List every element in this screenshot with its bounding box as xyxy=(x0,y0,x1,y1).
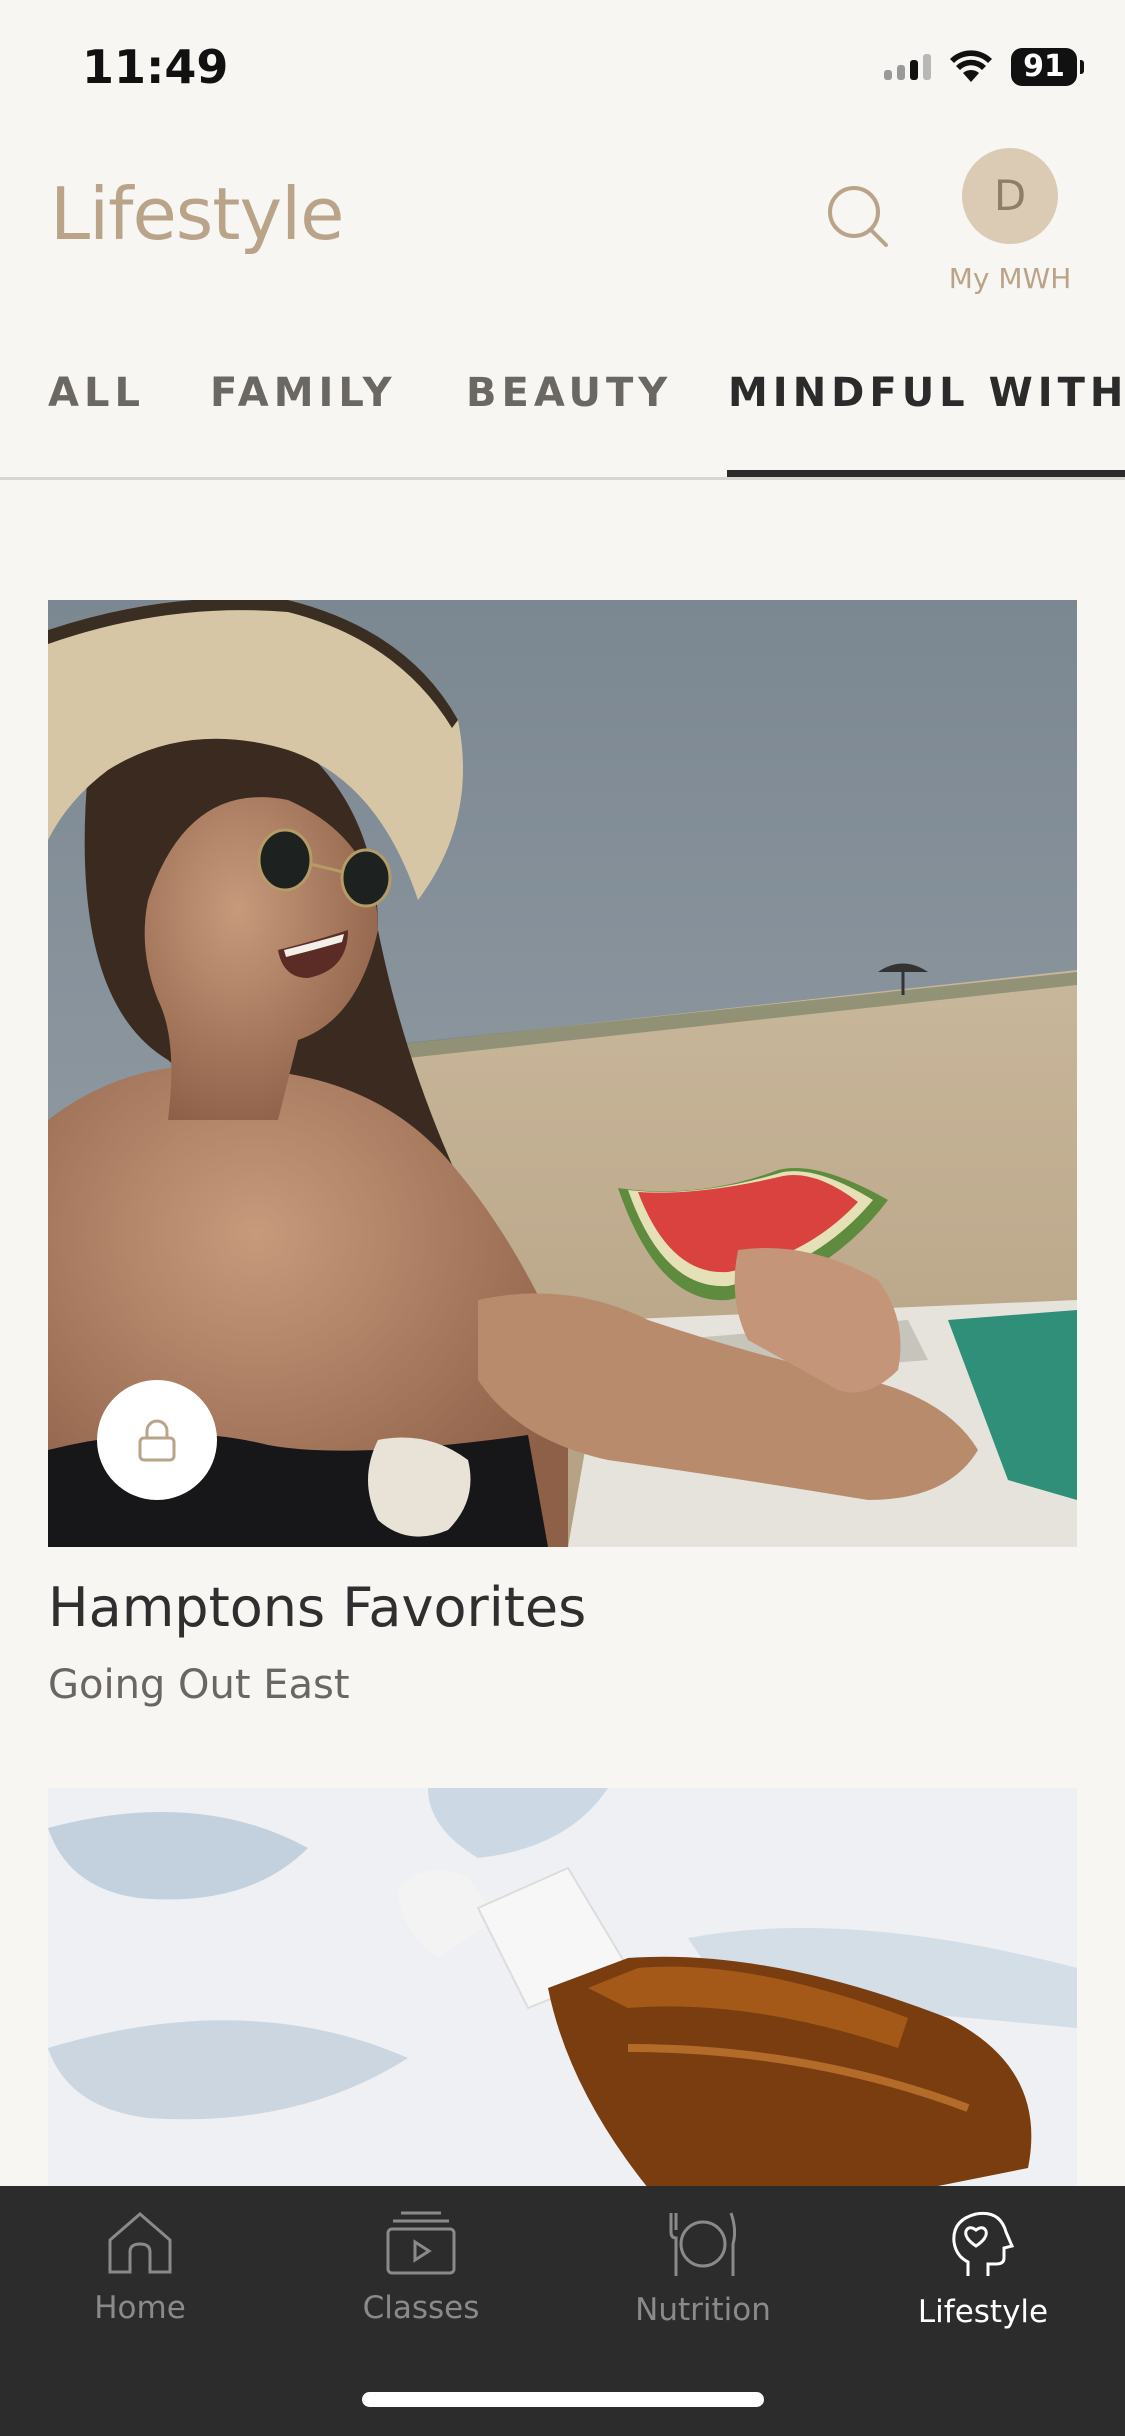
lifestyle-icon xyxy=(952,2211,1015,2276)
wifi-icon xyxy=(950,50,992,82)
card-title[interactable]: Hamptons Favorites xyxy=(48,1576,586,1639)
amber-dropper-bottle-photo xyxy=(48,1788,1077,2188)
lock-icon xyxy=(138,1419,176,1462)
avatar[interactable]: D xyxy=(962,148,1058,244)
status-icons: 91 xyxy=(884,48,1084,86)
category-tabs: ALL FAMILY BEAUTY MINDFUL WITH xyxy=(0,360,1125,480)
battery-level: 91 xyxy=(1023,49,1065,84)
nav-nutrition-label: Nutrition xyxy=(635,2292,771,2328)
active-tab-indicator xyxy=(727,470,1125,477)
battery-icon: 91 xyxy=(1011,48,1084,86)
nav-lifestyle-label: Lifestyle xyxy=(917,2294,1049,2330)
card-image-dropper-bottle[interactable] xyxy=(48,1788,1077,2188)
nutrition-icon xyxy=(669,2212,737,2276)
home-icon xyxy=(108,2212,172,2274)
nav-classes[interactable]: Classes xyxy=(321,2210,521,2326)
nav-home[interactable]: Home xyxy=(40,2210,240,2326)
tab-beauty[interactable]: BEAUTY xyxy=(466,370,672,416)
status-time: 11:49 xyxy=(82,40,229,94)
status-bar: 11:49 91 xyxy=(0,0,1125,140)
classes-icon xyxy=(386,2211,456,2275)
tab-family[interactable]: FAMILY xyxy=(210,370,397,416)
page-title: Lifestyle xyxy=(50,172,344,256)
lock-badge xyxy=(97,1380,217,1500)
nav-lifestyle[interactable]: Lifestyle xyxy=(883,2210,1083,2330)
nav-classes-label: Classes xyxy=(362,2290,480,2326)
nav-home-label: Home xyxy=(94,2290,186,2326)
search-button[interactable] xyxy=(824,180,894,250)
cellular-signal-icon xyxy=(884,54,931,80)
avatar-label[interactable]: My MWH xyxy=(930,262,1090,295)
nav-nutrition[interactable]: Nutrition xyxy=(603,2210,803,2328)
search-icon xyxy=(828,186,888,247)
tab-mindful-with[interactable]: MINDFUL WITH xyxy=(728,370,1125,416)
tab-all[interactable]: ALL xyxy=(48,370,145,416)
home-indicator[interactable] xyxy=(362,2392,764,2407)
card-subtitle: Going Out East xyxy=(48,1662,350,1708)
lifestyle-screen: 11:49 91 Lifestyle D My MWH ALL FAMILY B… xyxy=(0,0,1125,2436)
